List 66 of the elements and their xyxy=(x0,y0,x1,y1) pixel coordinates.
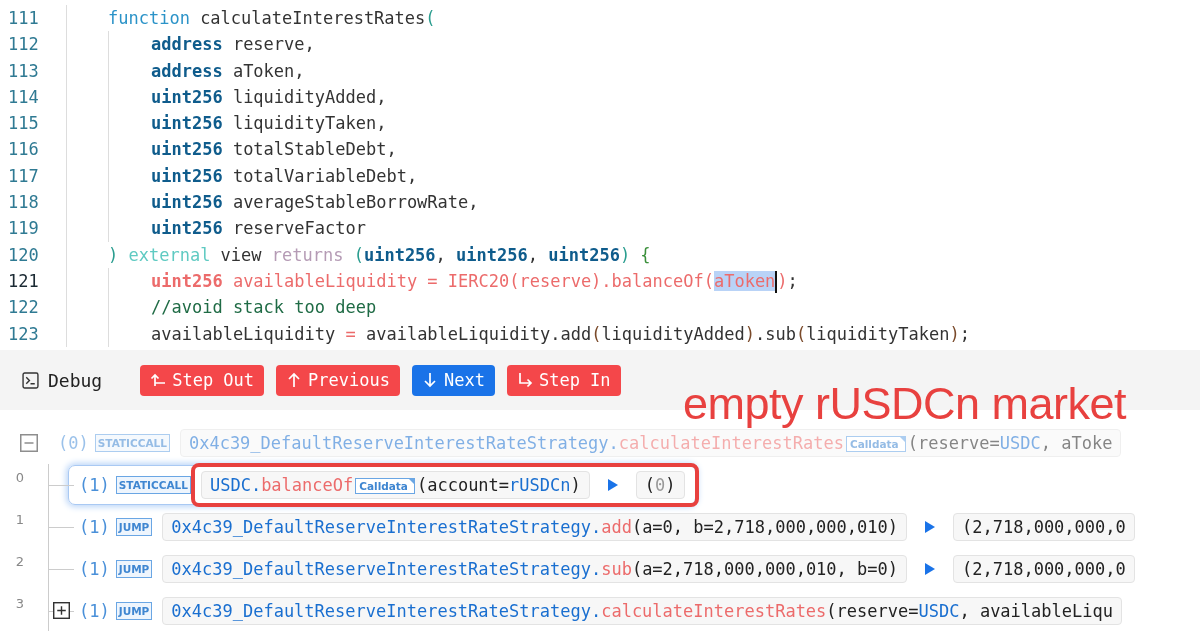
opcode-tag: STATICCALL xyxy=(94,434,170,452)
line-number: 111 xyxy=(0,5,67,32)
code-line: uint256 availableLiquidity = IERC20(reserve).balanceOf(aToken); xyxy=(151,270,798,291)
tree-connector xyxy=(48,506,76,548)
line-number: 115 xyxy=(0,110,67,137)
step-index: 0 xyxy=(15,470,25,485)
depth-label: (1) xyxy=(79,559,110,579)
code-line: function calculateInterestRates( xyxy=(108,8,436,28)
terminal-icon xyxy=(22,371,39,389)
code-line: uint256 liquidityAdded, xyxy=(151,86,387,107)
code-line: ) external view returns (uint256, uint256, uint256) { xyxy=(108,244,651,265)
step-in-button[interactable]: Step In xyxy=(506,364,621,396)
annotation-text: empty rUSDCn market xyxy=(683,378,1127,430)
line-number: 114 xyxy=(0,83,67,111)
arrow-down-icon xyxy=(421,372,438,388)
previous-button[interactable]: Previous xyxy=(276,364,400,396)
depth-label: (0) xyxy=(58,433,89,453)
arrow-up-left-icon xyxy=(150,372,167,388)
code-line: uint256 totalVariableDebt, xyxy=(151,165,418,186)
step-index: 1 xyxy=(15,512,25,527)
depth-label: (1) xyxy=(79,517,110,537)
expand-icon[interactable] xyxy=(53,602,70,619)
code-line: //avoid stack too deep xyxy=(151,297,377,318)
line-number: 123 xyxy=(0,320,67,347)
line-number: 117 xyxy=(0,162,67,190)
call-box[interactable]: 0x4c39_DefaultReserveInterestRateStrategy.calculateInterestRates Calldata (reserve=USDC, aToke xyxy=(179,429,1122,457)
result-box: (2,718,000,000,0 xyxy=(953,555,1135,583)
code-line: address aToken, xyxy=(151,60,305,81)
depth-label: (1) xyxy=(79,601,110,621)
call-box[interactable]: 0x4c39_DefaultReserveInterestRateStrategy.sub(a=2,718,000,000,010, b=0) xyxy=(162,555,907,583)
opcode-tag: JUMP xyxy=(115,560,153,578)
opcode-tag: STATICCALL xyxy=(115,476,191,494)
code-line: uint256 averageStableBorrowRate, xyxy=(151,192,479,213)
code-line: uint256 totalStableDebt, xyxy=(151,139,397,160)
tree-connector xyxy=(48,464,76,506)
result-box: (2,718,000,000,0 xyxy=(953,513,1135,541)
result-box: (0) xyxy=(635,471,685,499)
depth-label: (1) xyxy=(79,475,110,495)
arrow-down-right-icon xyxy=(516,372,533,388)
call-box[interactable]: 0x4c39_DefaultReserveInterestRateStrategy.add(a=0, b=2,718,000,000,010) xyxy=(162,513,907,541)
line-number: 122 xyxy=(0,294,67,321)
opcode-tag: JUMP xyxy=(115,518,153,536)
next-button[interactable]: Next xyxy=(411,364,495,396)
call-box[interactable]: USDC.balanceOf Calldata (account=rUSDCn) xyxy=(200,471,590,499)
debug-title: Debug xyxy=(48,369,103,391)
triangle-icon[interactable] xyxy=(925,563,935,575)
code-line: uint256 reserveFactor xyxy=(151,218,366,239)
line-number: 113 xyxy=(0,57,67,84)
line-number: 112 xyxy=(0,31,67,58)
code-line: address reserve, xyxy=(151,34,315,55)
code-line: uint256 liquidityTaken, xyxy=(151,113,387,134)
step-index: 3 xyxy=(15,596,25,611)
line-number: 121 xyxy=(0,267,67,295)
collapse-icon[interactable] xyxy=(20,434,38,452)
step-out-button[interactable]: Step Out xyxy=(140,364,265,396)
line-number: 119 xyxy=(0,215,67,242)
triangle-icon[interactable] xyxy=(925,521,935,533)
line-number: 116 xyxy=(0,136,67,163)
call-box[interactable]: 0x4c39_DefaultReserveInterestRateStrategy.calculateInterestRates(reserve=USDC, availableLiqu xyxy=(162,597,1122,625)
line-number: 118 xyxy=(0,189,67,216)
triangle-icon[interactable] xyxy=(607,479,618,491)
opcode-tag: JUMP xyxy=(115,602,153,620)
code-line: availableLiquidity = availableLiquidity.add(liquidityAdded).sub(liquidityTaken); xyxy=(151,323,970,344)
line-number: 120 xyxy=(0,241,67,268)
step-index: 2 xyxy=(15,554,25,569)
selected-entry[interactable]: (1) STATICCALL USDC.balanceOf Calldata (account=rUSDCn) (0) xyxy=(68,465,696,505)
